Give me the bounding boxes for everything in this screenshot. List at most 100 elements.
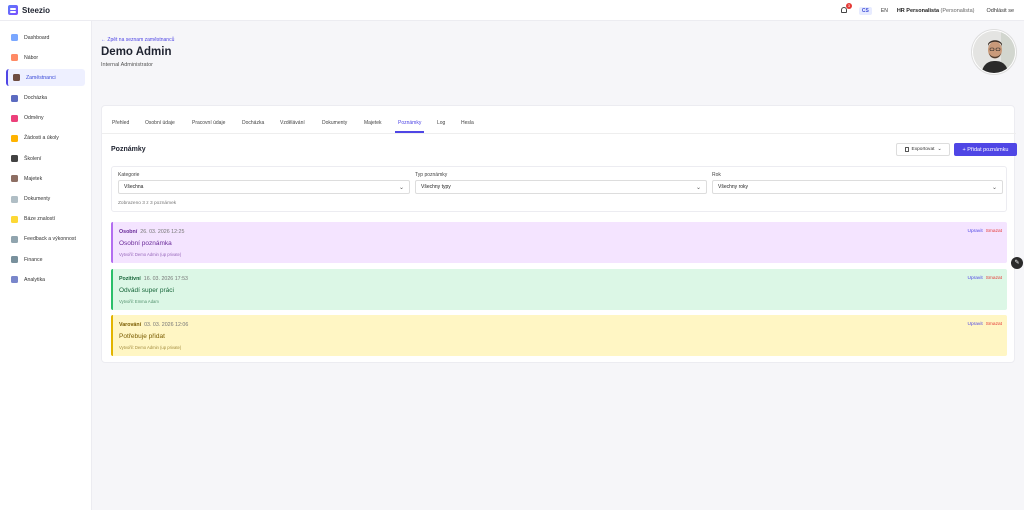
- sidebar-item-label: Nábor: [24, 54, 39, 61]
- sidebar-item-label: Majetek: [24, 175, 43, 182]
- tab-item[interactable]: Osobní údaje: [145, 120, 175, 126]
- dashboard-icon: [11, 34, 18, 41]
- bulb-icon: [11, 215, 18, 223]
- tab-bar: Přehled Osobní údaje Pracovní údaje Docházk…: [102, 106, 1016, 134]
- sidebar-item-briefcase[interactable]: Majetek: [6, 170, 85, 187]
- filter-year-select[interactable]: Všechny roky ⌄: [712, 180, 1003, 194]
- note-actions: Upravit Smazat: [968, 229, 1002, 234]
- note-type: Pozitivní: [119, 276, 141, 282]
- user-name: HR Personalista (Personalista): [896, 7, 975, 14]
- sidebar-item-dashboard[interactable]: Dashboard: [6, 29, 85, 46]
- notes-section-title: Poznámky: [111, 146, 146, 153]
- sidebar-item-bank[interactable]: Finance: [6, 251, 85, 268]
- notification-bell-icon[interactable]: 3: [840, 3, 852, 15]
- note-card: Osobní 26. 03. 2026 12:25 Osobní poznámka V…: [111, 222, 1007, 263]
- logo-icon: [8, 5, 18, 15]
- edit-note-button[interactable]: Upravit: [968, 322, 983, 327]
- note-header: Osobní 26. 03. 2026 12:25: [119, 229, 184, 235]
- filter-category-select[interactable]: Všechna ⌄: [118, 180, 410, 194]
- filter-type-select[interactable]: Všechny typy ⌄: [415, 180, 707, 194]
- chevron-down-icon: ⌄: [398, 185, 404, 191]
- note-header: Varování 03. 03. 2026 12:06: [119, 322, 188, 328]
- tab-item[interactable]: Majetek: [364, 120, 382, 126]
- chevron-down-icon: ⌄: [937, 147, 942, 152]
- tab-item[interactable]: Dokumenty: [322, 120, 347, 126]
- money-icon: [11, 114, 18, 122]
- tab-item[interactable]: Přehled: [112, 120, 129, 126]
- sidebar-item-label: Dashboard: [24, 34, 50, 41]
- note-text: Potřebuje přidat: [119, 333, 165, 340]
- sidebar-item-target[interactable]: Nábor: [6, 49, 85, 66]
- note-type: Varování: [119, 322, 142, 328]
- tab-item[interactable]: Docházka: [242, 120, 264, 126]
- sidebar-item-people[interactable]: Zaměstnanci: [6, 69, 85, 87]
- active-tab-indicator: [395, 131, 424, 133]
- filter-year-label: Rok: [712, 172, 721, 178]
- sidebar-item-chart[interactable]: Analytika: [6, 271, 85, 288]
- tasks-icon: [11, 134, 18, 142]
- lang-en-button[interactable]: EN: [878, 7, 891, 15]
- delete-note-button[interactable]: Smazat: [986, 276, 1002, 281]
- employee-card: Přehled Osobní údaje Pracovní údaje Docházk…: [101, 105, 1017, 363]
- tab-item[interactable]: Vzdělávání: [280, 120, 305, 126]
- document-icon: [11, 195, 18, 203]
- sidebar-item-calendar[interactable]: Docházka: [6, 90, 85, 107]
- export-button[interactable]: Exportovat ⌄: [896, 143, 950, 156]
- sidebar-item-bulb[interactable]: Báze znalostí: [6, 211, 85, 228]
- calendar-icon: [11, 94, 18, 102]
- sidebar-item-label: Báze znalostí: [24, 216, 56, 223]
- feedback-icon: [11, 235, 18, 243]
- note-text: Odvádí super práci: [119, 287, 174, 294]
- back-link[interactable]: ← Zpět na seznam zaměstnanců: [101, 37, 174, 43]
- note-date: 26. 03. 2026 12:25: [140, 229, 185, 235]
- lang-cs-button[interactable]: CS: [858, 6, 872, 15]
- sidebar-item-money[interactable]: Odměny: [6, 110, 85, 127]
- delete-note-button[interactable]: Smazat: [986, 322, 1002, 327]
- sidebar-item-document[interactable]: Dokumenty: [6, 191, 85, 208]
- chevron-down-icon: ⌄: [695, 185, 701, 191]
- sidebar-item-label: Dokumenty: [24, 196, 51, 202]
- graduation-icon: [11, 155, 18, 163]
- note-type: Osobní: [119, 229, 138, 235]
- sidebar-item-feedback[interactable]: Feedback a výkonnost: [6, 231, 85, 248]
- people-icon: [13, 74, 20, 82]
- sidebar-item-graduation[interactable]: Školení: [6, 150, 85, 167]
- note-actions: Upravit Smazat: [968, 276, 1002, 281]
- logout-button[interactable]: Odhlásit se: [986, 8, 1014, 14]
- note-date: 16. 03. 2026 17:53: [143, 276, 188, 282]
- sidebar: Dashboard Nábor Zaměstnanci Docházka Odměny Ž…: [0, 21, 92, 510]
- sidebar-item-label: Finance: [24, 256, 43, 263]
- briefcase-icon: [11, 175, 18, 183]
- app-name: Steezio: [22, 5, 51, 15]
- sidebar-item-label: Feedback a výkonnost: [24, 236, 76, 243]
- sidebar-item-tasks[interactable]: Žádosti a úkoly: [6, 130, 85, 147]
- note-text: Osobní poznámka: [119, 240, 172, 247]
- tab-item[interactable]: Hesla: [461, 120, 474, 126]
- tab-item[interactable]: Poznámky: [398, 120, 421, 126]
- add-note-button[interactable]: + Přidat poznámku: [954, 143, 1017, 156]
- sidebar-item-label: Žádosti a úkoly: [24, 135, 59, 142]
- top-bar: Steezio 3 CS EN HR Personalista (Persona…: [0, 0, 1024, 21]
- note-actions: Upravit Smazat: [968, 322, 1002, 327]
- filters-panel: Kategorie Všechna ⌄ Typ poznámky Všechny…: [111, 166, 1007, 212]
- note-header: Pozitivní 16. 03. 2026 17:53: [119, 276, 188, 282]
- target-icon: [11, 54, 18, 62]
- chevron-down-icon: ⌄: [991, 185, 997, 191]
- sidebar-item-label: Školení: [24, 155, 42, 162]
- sidebar-item-label: Analytika: [24, 276, 46, 283]
- sidebar-item-label: Docházka: [24, 95, 48, 102]
- chart-icon: [11, 276, 18, 284]
- tab-item[interactable]: Log: [437, 120, 445, 126]
- page-title: Demo Admin: [101, 46, 172, 58]
- avatar: [972, 30, 1016, 74]
- delete-note-button[interactable]: Smazat: [986, 229, 1002, 234]
- note-date: 03. 03. 2026 12:06: [144, 322, 189, 328]
- floating-action-button[interactable]: ✎: [1011, 257, 1023, 269]
- edit-note-button[interactable]: Upravit: [968, 276, 983, 281]
- note-author: Vytvořil: Demo Admin (up private): [119, 345, 182, 350]
- edit-note-button[interactable]: Upravit: [968, 229, 983, 234]
- brand[interactable]: Steezio: [0, 5, 92, 15]
- tab-item[interactable]: Pracovní údaje: [192, 120, 225, 126]
- document-icon: [904, 147, 909, 152]
- sidebar-item-label: Odměny: [24, 115, 44, 122]
